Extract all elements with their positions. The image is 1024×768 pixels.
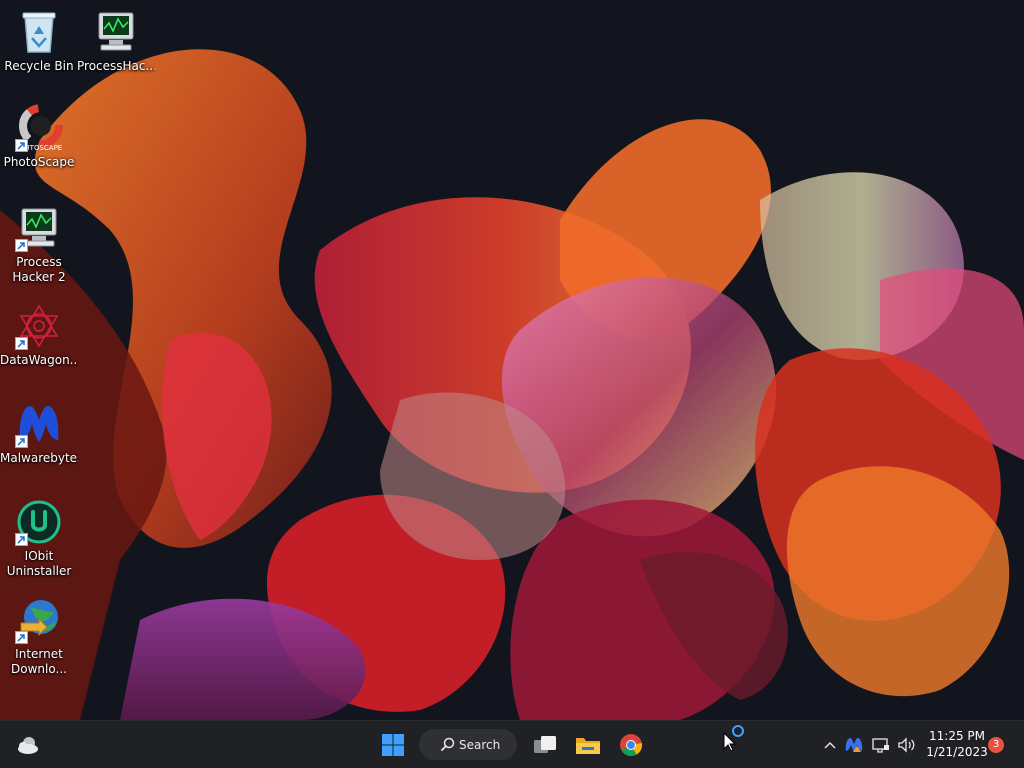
malwarebytes-icon bbox=[845, 738, 863, 752]
desktop-icon-datawagon[interactable]: DataWagon... bbox=[0, 302, 78, 368]
clock-date: 1/21/2023 bbox=[926, 745, 988, 759]
desktop-icon-photoscape[interactable]: AUTOSCAPE PhotoScape bbox=[0, 104, 78, 170]
desktop-icon-label: IObit Uninstaller bbox=[6, 549, 72, 578]
speaker-icon bbox=[898, 737, 915, 753]
recycle-bin-icon bbox=[15, 8, 63, 56]
cloud-weather-icon bbox=[18, 737, 38, 754]
desktop-icon-recycle-bin[interactable]: Recycle Bin bbox=[0, 8, 78, 74]
chrome-button[interactable] bbox=[612, 727, 650, 763]
search-label: Search bbox=[459, 737, 501, 752]
internet-download-manager-icon bbox=[15, 596, 63, 644]
network-icon bbox=[872, 738, 889, 753]
desktop[interactable]: Recycle Bin ProcessHac... AUTOSCAPE Phot… bbox=[0, 0, 1024, 720]
taskbar-search-button[interactable]: Search bbox=[419, 729, 517, 760]
desktop-icon-label: PhotoScape bbox=[3, 155, 75, 169]
chevron-up-icon bbox=[824, 742, 836, 749]
show-hidden-icons-button[interactable] bbox=[820, 727, 840, 763]
shortcut-arrow-icon bbox=[15, 533, 28, 546]
desktop-icon-label: Recycle Bin bbox=[4, 59, 74, 73]
datawagon-icon bbox=[15, 302, 63, 350]
start-button[interactable] bbox=[374, 727, 412, 763]
clock-time: 11:25 PM bbox=[929, 729, 985, 743]
desktop-icon-label: Internet Downlo... bbox=[11, 647, 67, 676]
shortcut-arrow-icon bbox=[15, 337, 28, 350]
wallpaper bbox=[0, 0, 1024, 720]
desktop-icon-label: DataWagon... bbox=[0, 353, 78, 367]
weather-widget-button[interactable] bbox=[10, 727, 46, 763]
mouse-cursor-icon bbox=[722, 725, 746, 752]
desktop-icon-process-hacker-2[interactable]: Process Hacker 2 bbox=[0, 204, 78, 285]
shortcut-arrow-icon bbox=[15, 631, 28, 644]
file-explorer-button[interactable] bbox=[569, 727, 607, 763]
taskbar-clock[interactable]: 11:25 PM 1/21/2023 bbox=[920, 728, 994, 760]
shortcut-arrow-icon bbox=[15, 239, 28, 252]
malwarebytes-icon bbox=[15, 400, 63, 448]
tray-malwarebytes-button[interactable] bbox=[843, 727, 865, 763]
start-icon bbox=[382, 734, 404, 756]
process-hacker-icon bbox=[92, 8, 140, 56]
iobit-uninstaller-icon bbox=[15, 498, 63, 546]
photoscape-icon: AUTOSCAPE bbox=[15, 104, 63, 152]
search-icon bbox=[441, 737, 455, 751]
shortcut-arrow-icon bbox=[15, 435, 28, 448]
desktop-icon-iobit-uninstaller[interactable]: IObit Uninstaller bbox=[0, 498, 78, 579]
file-explorer-icon bbox=[576, 738, 600, 754]
network-button[interactable] bbox=[869, 727, 893, 763]
desktop-icon-label: ProcessHac... bbox=[77, 59, 155, 73]
desktop-icon-label: Malwarebytes bbox=[0, 451, 78, 465]
desktop-icon-internet-download-manager[interactable]: Internet Downlo... bbox=[0, 596, 78, 677]
taskbar[interactable]: Search 11:25 PM 1/21/2023 3 bbox=[0, 720, 1024, 768]
desktop-icon-label: Process Hacker 2 bbox=[12, 255, 66, 284]
volume-button[interactable] bbox=[895, 727, 919, 763]
chrome-icon bbox=[620, 734, 643, 756]
shortcut-arrow-icon bbox=[15, 139, 28, 152]
task-view-icon bbox=[534, 736, 556, 753]
task-view-button[interactable] bbox=[526, 727, 564, 763]
desktop-icon-processhacker[interactable]: ProcessHac... bbox=[77, 8, 155, 74]
desktop-icon-malwarebytes[interactable]: Malwarebytes bbox=[0, 400, 78, 466]
notification-count-badge[interactable]: 3 bbox=[988, 737, 1004, 753]
process-hacker-icon bbox=[15, 204, 63, 252]
